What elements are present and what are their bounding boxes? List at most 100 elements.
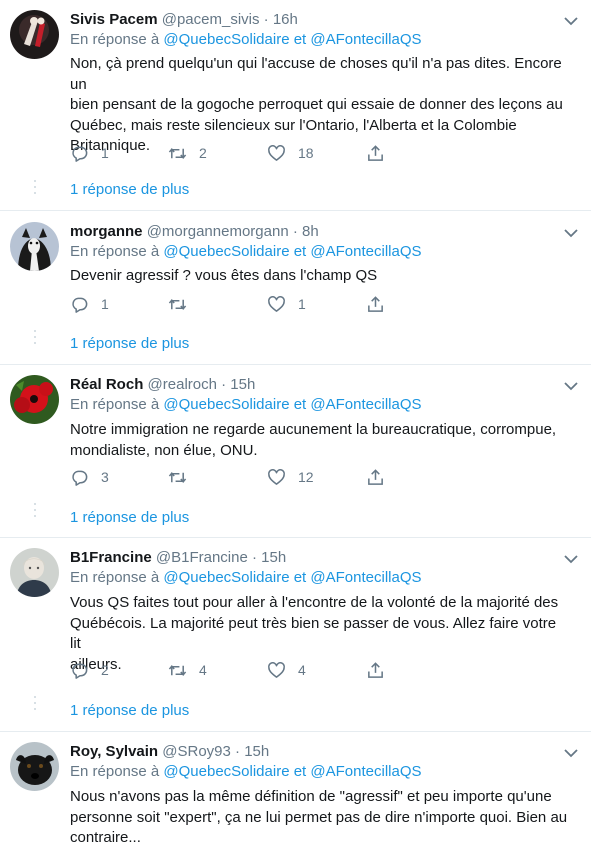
author-handle[interactable]: @realroch (148, 376, 217, 393)
mention-link[interactable]: @QuebecSolidaire (163, 396, 289, 413)
like-count: 12 (298, 469, 314, 485)
mention-join: et (293, 243, 307, 260)
tweet-text-line: Non, çà prend quelqu'un qui l'accuse de … (70, 55, 562, 93)
share-button[interactable] (366, 466, 385, 488)
chevron-down-icon[interactable] (562, 552, 580, 566)
tweet-text-line: Notre immigration ne regarde aucunement … (70, 421, 557, 438)
retweet-button[interactable] (168, 466, 199, 488)
reply-icon (72, 470, 88, 486)
author-name[interactable]: Réal Roch (70, 376, 143, 393)
timestamp[interactable]: 16h (273, 11, 298, 28)
tweet-text-line: bien pensant de la gogoche perroquet qui… (70, 96, 563, 113)
reply-button[interactable]: 2 (70, 659, 109, 681)
author-name[interactable]: Roy, Sylvain (70, 743, 158, 760)
share-button[interactable] (366, 293, 385, 315)
like-count: 1 (298, 296, 306, 312)
reply-context: En réponse à @QuebecSolidaire et @AFonte… (70, 568, 422, 588)
mention-link[interactable]: @AFontecillaQS (310, 763, 421, 780)
heart-icon (268, 468, 285, 485)
mention-link[interactable]: @QuebecSolidaire (163, 243, 289, 260)
show-more-replies-link[interactable]: 1 réponse de plus (70, 181, 189, 198)
reply-icon (72, 146, 88, 162)
avatar-black-dog-icon[interactable] (10, 742, 59, 791)
reply-button[interactable]: 1 (70, 142, 109, 164)
thread-connector (34, 330, 36, 348)
share-button[interactable] (366, 659, 385, 681)
like-button[interactable]: 4 (267, 659, 306, 681)
divider (0, 537, 591, 538)
author-handle[interactable]: @morgannemorgann (147, 223, 289, 240)
show-more-replies-link[interactable]: 1 réponse de plus (70, 509, 189, 526)
retweet-button[interactable] (168, 293, 199, 315)
retweet-icon (168, 147, 187, 159)
reply-count: 1 (101, 145, 109, 161)
share-button[interactable] (366, 142, 385, 164)
tweet[interactable]: B1Francine @B1Francine · 15h En réponse … (0, 548, 591, 731)
author-name[interactable]: morganne (70, 223, 143, 240)
retweet-icon (168, 664, 187, 676)
tweet-text: Devenir agressif ? vous êtes dans l'cham… (70, 266, 570, 287)
avatar-dancers-icon[interactable] (10, 10, 59, 59)
avatar-woman-icon[interactable] (10, 548, 59, 597)
mention-link[interactable]: @AFontecillaQS (310, 31, 421, 48)
author-handle[interactable]: @B1Francine (156, 549, 248, 566)
mention-join: et (293, 396, 307, 413)
retweet-count: 4 (199, 662, 207, 678)
reply-button[interactable]: 1 (70, 293, 109, 315)
like-button[interactable]: 1 (267, 293, 306, 315)
mention-link[interactable]: @QuebecSolidaire (163, 763, 289, 780)
show-more-replies-link[interactable]: 1 réponse de plus (70, 702, 189, 719)
mention-join: et (293, 763, 307, 780)
tweet-actions: 2 4 4 (70, 659, 390, 681)
like-button[interactable]: 18 (267, 142, 314, 164)
reply-context: En réponse à @QuebecSolidaire et @AFonte… (70, 395, 422, 415)
like-count: 18 (298, 145, 314, 161)
tweet[interactable]: Roy, Sylvain @SRoy93 · 15h En réponse à … (0, 742, 591, 848)
divider (0, 731, 591, 732)
retweet-button[interactable]: 2 (168, 142, 207, 164)
chevron-down-icon[interactable] (562, 14, 580, 28)
share-icon (368, 468, 383, 485)
timestamp[interactable]: 15h (261, 549, 286, 566)
mention-link[interactable]: @AFontecillaQS (310, 396, 421, 413)
mention-link[interactable]: @AFontecillaQS (310, 243, 421, 260)
chevron-down-icon[interactable] (562, 746, 580, 760)
reply-count: 1 (101, 296, 109, 312)
mention-link[interactable]: @QuebecSolidaire (163, 569, 289, 586)
author-name[interactable]: B1Francine (70, 549, 152, 566)
share-icon (368, 295, 383, 312)
avatar-dog-icon[interactable] (10, 222, 59, 271)
chevron-down-icon[interactable] (562, 226, 580, 240)
separator-dot: · (251, 549, 257, 566)
tweet-actions: 1 1 (70, 293, 390, 315)
chevron-down-icon[interactable] (562, 379, 580, 393)
author-handle[interactable]: @pacem_sivis (162, 11, 260, 28)
retweet-button[interactable]: 4 (168, 659, 207, 681)
reply-count: 3 (101, 469, 109, 485)
timestamp[interactable]: 8h (302, 223, 319, 240)
retweet-icon (168, 471, 187, 483)
avatar-poppy-icon[interactable] (10, 375, 59, 424)
author-name[interactable]: Sivis Pacem (70, 11, 158, 28)
tweet[interactable]: morganne @morgannemorgann · 8h En répons… (0, 222, 591, 364)
tweet-text-line: Devenir agressif ? vous êtes dans l'cham… (70, 267, 378, 284)
mention-link[interactable]: @AFontecillaQS (310, 569, 421, 586)
author-handle[interactable]: @SRoy93 (162, 743, 231, 760)
show-more-replies-link[interactable]: 1 réponse de plus (70, 335, 189, 352)
like-button[interactable]: 12 (267, 466, 314, 488)
reply-button[interactable]: 3 (70, 466, 109, 488)
mention-link[interactable]: @QuebecSolidaire (163, 31, 289, 48)
heart-icon (268, 661, 285, 678)
tweet-text-line: Québécois. La majorité peut très bien se… (70, 614, 557, 653)
tweet-text: Notre immigration ne regarde aucunement … (70, 420, 570, 461)
tweet[interactable]: Sivis Pacem @pacem_sivis · 16h En répons… (0, 10, 591, 210)
reply-icon (72, 297, 88, 313)
tweet[interactable]: Réal Roch @realroch · 15h En réponse à @… (0, 375, 591, 537)
share-icon (368, 144, 383, 161)
thread-connector (34, 180, 36, 198)
divider (0, 364, 591, 365)
timestamp[interactable]: 15h (244, 743, 269, 760)
reply-label: En réponse à (70, 396, 160, 413)
reply-context: En réponse à @QuebecSolidaire et @AFonte… (70, 762, 422, 782)
timestamp[interactable]: 15h (230, 376, 255, 393)
